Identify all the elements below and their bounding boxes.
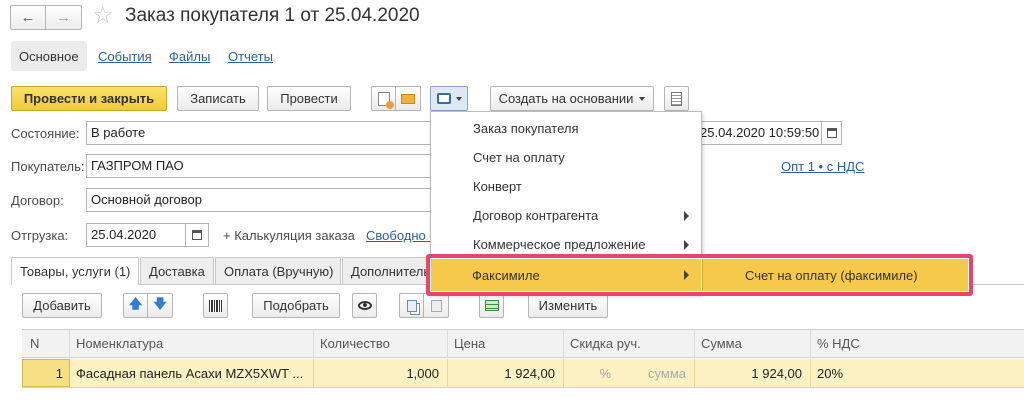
tab-reports[interactable]: Отчеты [220, 41, 281, 71]
tab-additional[interactable]: Дополнитель [342, 257, 432, 284]
report-button[interactable] [664, 86, 689, 111]
menu-item-facsimile-label: Факсимиле [472, 267, 540, 283]
submenu-invoice-facsimile[interactable]: Счет на оплату (факсимиле) [702, 259, 968, 291]
tab-files[interactable]: Файлы [161, 41, 218, 71]
col-header-discount[interactable]: Скидка руч. [564, 329, 695, 357]
eye-icon [357, 301, 372, 310]
menu-item-envelope[interactable]: Конверт [431, 172, 701, 201]
cell-item[interactable]: Фасадная панель Асахи MZX5XWT ... [70, 359, 314, 387]
create-based-on-label: Создать на основании [498, 91, 634, 106]
create-based-on-button[interactable]: Создать на основании [490, 86, 654, 111]
tab-main[interactable]: Основное [11, 41, 87, 71]
state-label: Состояние: [11, 126, 80, 141]
add-row-button[interactable]: Добавить [22, 293, 102, 318]
back-button[interactable]: ← [10, 5, 46, 30]
arrow-down-icon: 🡇 [153, 295, 167, 311]
col-header-vat[interactable]: % НДС [811, 329, 1024, 357]
printer-icon [436, 93, 451, 104]
copy-button[interactable] [399, 293, 424, 318]
move-up-button[interactable]: 🡅 [123, 293, 148, 318]
cell-vat[interactable]: 20% [811, 359, 1024, 387]
cell-price[interactable]: 1 924,00 [448, 359, 564, 387]
contract-label: Договор: [11, 193, 64, 208]
pick-button[interactable]: Подобрать [252, 293, 340, 318]
cell-discount-percent[interactable]: % [564, 359, 619, 387]
barcode-button[interactable] [203, 293, 228, 318]
menu-item-contract-label: Договор контрагента [473, 208, 599, 223]
tab-events[interactable]: События [90, 41, 160, 71]
shipment-date-field[interactable]: 25.04.2020 [86, 223, 186, 247]
document-datetime-field[interactable]: 25.04.2020 10:59:50 [700, 121, 822, 145]
table-fill-icon [484, 300, 499, 311]
document-structure-icon [377, 91, 394, 109]
shipment-calendar-button[interactable] [186, 223, 209, 247]
chevron-down-icon [639, 96, 646, 101]
cell-sum[interactable]: 1 924,00 [695, 359, 811, 387]
col-header-price[interactable]: Цена [448, 329, 564, 357]
envelope-icon [401, 93, 415, 104]
post-button[interactable]: Провести [267, 86, 351, 111]
chevron-down-icon [455, 96, 462, 101]
col-header-sum[interactable]: Сумма [695, 329, 811, 357]
menu-item-customer-order[interactable]: Заказ покупателя [431, 114, 701, 143]
cell-n[interactable]: 1 [22, 359, 70, 387]
arrow-right-icon: → [56, 9, 71, 26]
cell-qty[interactable]: 1,000 [314, 359, 448, 387]
calendar-icon [192, 230, 202, 240]
forward-button[interactable]: → [46, 5, 82, 30]
chevron-right-icon [684, 240, 689, 250]
arrow-up-icon: 🡅 [128, 295, 143, 311]
paste-icon [430, 299, 442, 312]
menu-item-invoice[interactable]: Счет на оплату [431, 143, 701, 172]
col-header-qty[interactable]: Количество [314, 329, 448, 357]
post-and-close-button[interactable]: Провести и закрыть [11, 86, 167, 111]
contract-field[interactable]: Основной договор [86, 188, 436, 212]
buyer-field[interactable]: ГАЗПРОМ ПАО [86, 154, 436, 178]
chevron-right-icon [684, 211, 689, 221]
order-calculation-link[interactable]: + Калькуляция заказа [223, 228, 355, 243]
chevron-right-icon [684, 270, 689, 280]
move-down-button[interactable]: 🡇 [148, 293, 173, 318]
cell-discount-sum[interactable]: сумма [619, 359, 695, 387]
shipment-label: Отгрузка: [11, 228, 69, 243]
tab-delivery[interactable]: Доставка [140, 257, 214, 284]
save-button[interactable]: Записать [177, 86, 259, 111]
fill-button[interactable] [479, 293, 504, 318]
arrow-left-icon: ← [20, 9, 36, 26]
report-icon [671, 91, 682, 106]
print-button[interactable] [430, 86, 468, 111]
calendar-icon [826, 128, 837, 138]
page-title: Заказ покупателя 1 от 25.04.2020 [125, 5, 420, 26]
paste-button[interactable] [424, 293, 449, 318]
barcode-icon [209, 299, 222, 312]
favorite-star-icon[interactable]: ☆ [92, 2, 114, 30]
change-button[interactable]: Изменить [528, 293, 608, 318]
menu-item-contract[interactable]: Договор контрагента [431, 201, 701, 230]
tab-payment[interactable]: Оплата (Вручную) [215, 257, 341, 284]
email-button[interactable] [396, 86, 421, 111]
copy-icon [406, 299, 417, 312]
menu-item-facsimile[interactable]: Факсимиле [431, 259, 701, 291]
col-header-item[interactable]: Номенклатура [70, 329, 314, 357]
col-header-n[interactable]: N [22, 329, 70, 357]
state-field[interactable]: В работе [86, 121, 436, 145]
datetime-calendar-button[interactable] [822, 121, 842, 145]
show-button[interactable] [352, 293, 377, 318]
document-flow-button[interactable] [371, 86, 396, 111]
buyer-label: Покупатель: [11, 159, 85, 174]
tab-goods-services[interactable]: Товары, услуги (1) [11, 257, 139, 285]
menu-item-commercial-offer-label: Коммерческое предложение [473, 237, 646, 252]
price-type-link[interactable]: Опт 1 • с НДС [781, 159, 864, 174]
